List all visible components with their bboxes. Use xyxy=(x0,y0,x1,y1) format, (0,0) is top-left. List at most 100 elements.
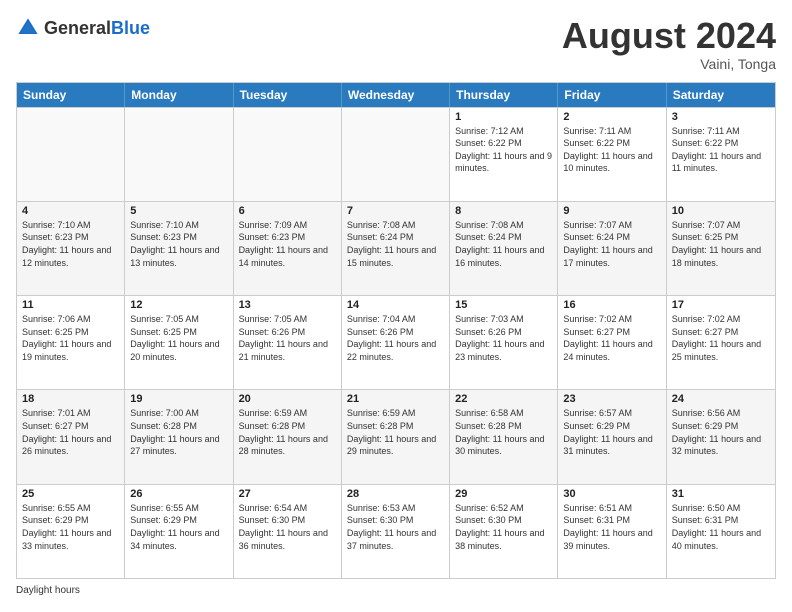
cell-text: Sunrise: 6:59 AM Sunset: 6:28 PM Dayligh… xyxy=(239,407,336,457)
cell-text: Sunrise: 7:10 AM Sunset: 6:23 PM Dayligh… xyxy=(130,219,227,269)
cell-text: Sunrise: 6:55 AM Sunset: 6:29 PM Dayligh… xyxy=(130,502,227,552)
cal-header-saturday: Saturday xyxy=(667,83,775,107)
day-number: 25 xyxy=(22,488,119,500)
cal-week-4: 18Sunrise: 7:01 AM Sunset: 6:27 PM Dayli… xyxy=(17,389,775,483)
daylight-hours-label: Daylight hours xyxy=(16,585,80,596)
cell-text: Sunrise: 6:54 AM Sunset: 6:30 PM Dayligh… xyxy=(239,502,336,552)
cell-text: Sunrise: 7:08 AM Sunset: 6:24 PM Dayligh… xyxy=(347,219,444,269)
day-number: 21 xyxy=(347,393,444,405)
cal-cell: 5 Sunrise: 7:10 AM Sunset: 6:23 PM Daylig… xyxy=(125,202,233,295)
day-number: 16 xyxy=(563,299,660,311)
day-number: 5 xyxy=(130,205,227,217)
page: GeneralBlue August 2024 Vaini, Tonga Sun… xyxy=(0,0,792,612)
cell-text: Sunrise: 6:59 AM Sunset: 6:28 PM Dayligh… xyxy=(347,407,444,457)
calendar-header: SundayMondayTuesdayWednesdayThursdayFrid… xyxy=(17,83,775,107)
cell-text: Sunrise: 7:12 AM Sunset: 6:22 PM Dayligh… xyxy=(455,125,552,175)
day-number: 8 xyxy=(455,205,552,217)
cell-text: Sunrise: 7:11 AM Sunset: 6:22 PM Dayligh… xyxy=(672,125,770,175)
header: GeneralBlue August 2024 Vaini, Tonga xyxy=(16,16,776,72)
cell-text: Sunrise: 6:57 AM Sunset: 6:29 PM Dayligh… xyxy=(563,407,660,457)
cell-text: Sunrise: 6:50 AM Sunset: 6:31 PM Dayligh… xyxy=(672,502,770,552)
cal-cell: 13 Sunrise: 7:05 AM Sunset: 6:26 PM Dayli… xyxy=(234,296,342,389)
cal-cell: 20Sunrise: 6:59 AM Sunset: 6:28 PM Dayli… xyxy=(234,390,342,483)
cal-cell: 27 Sunrise: 6:54 AM Sunset: 6:30 PM Dayli… xyxy=(234,485,342,578)
day-number: 22 xyxy=(455,393,552,405)
cal-cell: 2 Sunrise: 7:11 AM Sunset: 6:22 PM Daylig… xyxy=(558,108,666,201)
cell-text: Sunrise: 7:01 AM Sunset: 6:27 PM Dayligh… xyxy=(22,407,119,457)
cell-text: Sunrise: 7:00 AM Sunset: 6:28 PM Dayligh… xyxy=(130,407,227,457)
day-number: 27 xyxy=(239,488,336,500)
cell-text: Sunrise: 7:05 AM Sunset: 6:26 PM Dayligh… xyxy=(239,313,336,363)
cell-text: Sunrise: 7:09 AM Sunset: 6:23 PM Dayligh… xyxy=(239,219,336,269)
calendar-body: 1 Sunrise: 7:12 AM Sunset: 6:22 PM Daylig… xyxy=(17,107,775,578)
day-number: 2 xyxy=(563,111,660,123)
day-number: 12 xyxy=(130,299,227,311)
cal-cell xyxy=(125,108,233,201)
logo-icon xyxy=(16,16,40,40)
day-number: 13 xyxy=(239,299,336,311)
cal-cell: 22 Sunrise: 6:58 AM Sunset: 6:28 PM Dayli… xyxy=(450,390,558,483)
cal-cell: 14 Sunrise: 7:04 AM Sunset: 6:26 PM Dayli… xyxy=(342,296,450,389)
day-number: 19 xyxy=(130,393,227,405)
cal-cell: 26Sunrise: 6:55 AM Sunset: 6:29 PM Dayli… xyxy=(125,485,233,578)
cal-header-tuesday: Tuesday xyxy=(234,83,342,107)
cell-text: Sunrise: 6:55 AM Sunset: 6:29 PM Dayligh… xyxy=(22,502,119,552)
cal-cell: 3 Sunrise: 7:11 AM Sunset: 6:22 PM Daylig… xyxy=(667,108,775,201)
cal-cell xyxy=(17,108,125,201)
cal-cell: 18Sunrise: 7:01 AM Sunset: 6:27 PM Dayli… xyxy=(17,390,125,483)
cell-text: Sunrise: 6:56 AM Sunset: 6:29 PM Dayligh… xyxy=(672,407,770,457)
day-number: 14 xyxy=(347,299,444,311)
logo-blue: Blue xyxy=(111,18,150,38)
calendar: SundayMondayTuesdayWednesdayThursdayFrid… xyxy=(16,82,776,579)
cell-text: Sunrise: 7:08 AM Sunset: 6:24 PM Dayligh… xyxy=(455,219,552,269)
cal-cell: 8 Sunrise: 7:08 AM Sunset: 6:24 PM Daylig… xyxy=(450,202,558,295)
cal-cell: 12 Sunrise: 7:05 AM Sunset: 6:25 PM Dayli… xyxy=(125,296,233,389)
cal-cell: 15Sunrise: 7:03 AM Sunset: 6:26 PM Dayli… xyxy=(450,296,558,389)
day-number: 6 xyxy=(239,205,336,217)
cell-text: Sunrise: 7:10 AM Sunset: 6:23 PM Dayligh… xyxy=(22,219,119,269)
day-number: 3 xyxy=(672,111,770,123)
cal-cell: 21 Sunrise: 6:59 AM Sunset: 6:28 PM Dayli… xyxy=(342,390,450,483)
cal-cell: 28Sunrise: 6:53 AM Sunset: 6:30 PM Dayli… xyxy=(342,485,450,578)
cell-text: Sunrise: 7:06 AM Sunset: 6:25 PM Dayligh… xyxy=(22,313,119,363)
cal-header-sunday: Sunday xyxy=(17,83,125,107)
cal-cell: 29Sunrise: 6:52 AM Sunset: 6:30 PM Dayli… xyxy=(450,485,558,578)
cell-text: Sunrise: 7:04 AM Sunset: 6:26 PM Dayligh… xyxy=(347,313,444,363)
cal-cell: 17 Sunrise: 7:02 AM Sunset: 6:27 PM Dayli… xyxy=(667,296,775,389)
cal-header-monday: Monday xyxy=(125,83,233,107)
cell-text: Sunrise: 7:05 AM Sunset: 6:25 PM Dayligh… xyxy=(130,313,227,363)
cal-cell: 9Sunrise: 7:07 AM Sunset: 6:24 PM Daylig… xyxy=(558,202,666,295)
day-number: 29 xyxy=(455,488,552,500)
cell-text: Sunrise: 7:02 AM Sunset: 6:27 PM Dayligh… xyxy=(672,313,770,363)
cell-text: Sunrise: 7:03 AM Sunset: 6:26 PM Dayligh… xyxy=(455,313,552,363)
cal-cell: 11 Sunrise: 7:06 AM Sunset: 6:25 PM Dayli… xyxy=(17,296,125,389)
day-number: 4 xyxy=(22,205,119,217)
day-number: 9 xyxy=(563,205,660,217)
cal-cell: 30Sunrise: 6:51 AM Sunset: 6:31 PM Dayli… xyxy=(558,485,666,578)
logo-general: General xyxy=(44,18,111,38)
cal-cell: 7 Sunrise: 7:08 AM Sunset: 6:24 PM Daylig… xyxy=(342,202,450,295)
title-block: August 2024 Vaini, Tonga xyxy=(562,16,776,72)
day-number: 11 xyxy=(22,299,119,311)
cal-cell: 23 Sunrise: 6:57 AM Sunset: 6:29 PM Dayli… xyxy=(558,390,666,483)
logo: GeneralBlue xyxy=(16,16,150,40)
day-number: 1 xyxy=(455,111,552,123)
cal-cell: 6 Sunrise: 7:09 AM Sunset: 6:23 PM Daylig… xyxy=(234,202,342,295)
location: Vaini, Tonga xyxy=(562,56,776,72)
cell-text: Sunrise: 6:51 AM Sunset: 6:31 PM Dayligh… xyxy=(563,502,660,552)
cell-text: Sunrise: 6:58 AM Sunset: 6:28 PM Dayligh… xyxy=(455,407,552,457)
day-number: 7 xyxy=(347,205,444,217)
cal-header-friday: Friday xyxy=(558,83,666,107)
day-number: 17 xyxy=(672,299,770,311)
month-title: August 2024 xyxy=(562,16,776,56)
cal-cell: 10Sunrise: 7:07 AM Sunset: 6:25 PM Dayli… xyxy=(667,202,775,295)
cell-text: Sunrise: 7:11 AM Sunset: 6:22 PM Dayligh… xyxy=(563,125,660,175)
cal-cell: 19 Sunrise: 7:00 AM Sunset: 6:28 PM Dayli… xyxy=(125,390,233,483)
footer: Daylight hours xyxy=(16,585,776,596)
day-number: 23 xyxy=(563,393,660,405)
cal-cell: 16Sunrise: 7:02 AM Sunset: 6:27 PM Dayli… xyxy=(558,296,666,389)
cal-cell: 24 Sunrise: 6:56 AM Sunset: 6:29 PM Dayli… xyxy=(667,390,775,483)
cal-cell xyxy=(234,108,342,201)
day-number: 28 xyxy=(347,488,444,500)
day-number: 24 xyxy=(672,393,770,405)
